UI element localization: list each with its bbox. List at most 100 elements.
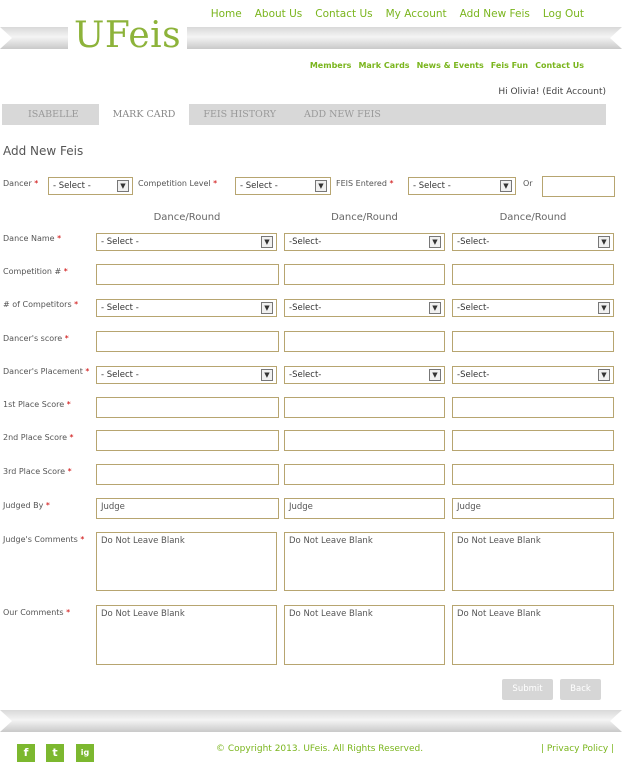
feis-entered-input[interactable] <box>542 176 615 197</box>
tab-isabelle[interactable]: ISABELLE <box>2 104 99 125</box>
subnav-feis-fun[interactable]: Feis Fun <box>491 61 528 70</box>
footer-ribbon <box>0 710 622 732</box>
chevron-down-icon: ▼ <box>598 369 610 381</box>
nav-home[interactable]: Home <box>211 8 242 20</box>
row-label-competition-number: Competition # * <box>3 267 68 276</box>
row-label-judge-comments: Judge's Comments * <box>3 535 85 544</box>
dancer-score-input-3[interactable] <box>452 331 614 352</box>
chevron-down-icon: ▼ <box>315 180 327 192</box>
row-label-second-place: 2nd Place Score * <box>3 433 74 442</box>
chevron-down-icon: ▼ <box>261 369 273 381</box>
row-label-our-comments: Our Comments * <box>3 608 71 617</box>
row-label-dance-name: Dance Name * <box>3 234 62 243</box>
third-place-input-3[interactable] <box>452 464 614 485</box>
first-place-input-3[interactable] <box>452 397 614 418</box>
facebook-icon[interactable]: f <box>17 744 35 762</box>
second-place-input-2[interactable] <box>284 430 445 451</box>
feis-entered-label: FEIS Entered * <box>336 179 394 188</box>
chevron-down-icon: ▼ <box>117 180 129 192</box>
competition-number-input-3[interactable] <box>452 264 614 285</box>
competition-number-input-1[interactable] <box>96 264 279 285</box>
competitors-select-1[interactable]: - Select - ▼ <box>96 299 277 317</box>
secondary-navigation: Members Mark Cards News & Events Feis Fu… <box>310 61 584 70</box>
dancer-label: Dancer * <box>3 179 39 188</box>
nav-contact-us[interactable]: Contact Us <box>315 8 372 20</box>
tab-feis-history[interactable]: FEIS HISTORY <box>189 104 290 125</box>
chevron-down-icon: ▼ <box>429 369 441 381</box>
row-label-dancer-score: Dancer's score * <box>3 334 69 343</box>
third-place-input-1[interactable] <box>96 464 279 485</box>
placement-select-2[interactable]: -Select- ▼ <box>284 366 445 384</box>
submit-button[interactable]: Submit <box>502 679 553 700</box>
page-title: Add New Feis <box>3 144 84 158</box>
row-label-dancer-placement: Dancer's Placement * <box>3 367 90 376</box>
dancer-score-input-2[interactable] <box>284 331 445 352</box>
top-navigation: Home About Us Contact Us My Account Add … <box>211 8 584 20</box>
twitter-icon[interactable]: t <box>46 744 64 762</box>
judge-comments-textarea-2[interactable]: Do Not Leave Blank <box>284 532 445 591</box>
row-label-judged-by: Judged By * <box>3 501 50 510</box>
judge-comments-textarea-3[interactable]: Do Not Leave Blank <box>452 532 614 591</box>
competition-level-label: Competition Level * <box>138 179 218 188</box>
nav-add-new-feis[interactable]: Add New Feis <box>460 8 530 20</box>
competition-number-input-2[interactable] <box>284 264 445 285</box>
dance-name-select-3[interactable]: -Select- ▼ <box>452 233 614 251</box>
footer-ribbon-fold-right <box>610 710 622 732</box>
second-place-input-3[interactable] <box>452 430 614 451</box>
our-comments-textarea-3[interactable]: Do Not Leave Blank <box>452 605 614 665</box>
subnav-mark-cards[interactable]: Mark Cards <box>358 61 409 70</box>
ufeis-logo[interactable]: UFeis <box>68 12 188 60</box>
placement-select-3[interactable]: -Select- ▼ <box>452 366 614 384</box>
footer-ribbon-fold-left <box>0 710 12 732</box>
first-place-input-2[interactable] <box>284 397 445 418</box>
instagram-icon[interactable]: ig <box>76 744 94 762</box>
judged-by-input-1[interactable]: Judge <box>96 498 279 519</box>
ribbon-fold-right <box>610 27 622 49</box>
subnav-contact-us[interactable]: Contact Us <box>535 61 584 70</box>
tab-bar: ISABELLE MARK CARD FEIS HISTORY ADD NEW … <box>2 104 606 125</box>
column-header-2: Dance/Round <box>331 212 398 223</box>
judged-by-input-3[interactable]: Judge <box>452 498 614 519</box>
placement-select-1[interactable]: - Select - ▼ <box>96 366 277 384</box>
nav-my-account[interactable]: My Account <box>386 8 447 20</box>
dance-name-select-1[interactable]: - Select - ▼ <box>96 233 277 251</box>
ribbon-fold-left <box>0 27 12 49</box>
column-header-3: Dance/Round <box>499 212 567 223</box>
chevron-down-icon: ▼ <box>598 302 610 314</box>
second-place-input-1[interactable] <box>96 430 279 451</box>
our-comments-textarea-2[interactable]: Do Not Leave Blank <box>284 605 445 665</box>
dance-name-select-2[interactable]: -Select- ▼ <box>284 233 445 251</box>
tab-add-new-feis[interactable]: ADD NEW FEIS <box>290 104 395 125</box>
our-comments-textarea-1[interactable]: Do Not Leave Blank <box>96 605 277 665</box>
judged-by-input-2[interactable]: Judge <box>284 498 445 519</box>
first-place-input-1[interactable] <box>96 397 279 418</box>
subnav-news-events[interactable]: News & Events <box>417 61 484 70</box>
nav-about-us[interactable]: About Us <box>255 8 303 20</box>
column-header-1: Dance/Round <box>153 212 221 223</box>
back-button[interactable]: Back <box>560 679 601 700</box>
chevron-down-icon: ▼ <box>429 236 441 248</box>
nav-log-out[interactable]: Log Out <box>543 8 584 20</box>
judge-comments-textarea-1[interactable]: Do Not Leave Blank <box>96 532 277 591</box>
dancer-select[interactable]: - Select - ▼ <box>48 177 133 195</box>
chevron-down-icon: ▼ <box>261 302 273 314</box>
feis-entered-select[interactable]: - Select - ▼ <box>408 177 516 195</box>
row-label-competitors: # of Competitors * <box>3 300 79 309</box>
third-place-input-2[interactable] <box>284 464 445 485</box>
tab-mark-card[interactable]: MARK CARD <box>98 104 190 125</box>
subnav-members[interactable]: Members <box>310 61 352 70</box>
chevron-down-icon: ▼ <box>261 236 273 248</box>
copyright-text: © Copyright 2013. UFeis. All Rights Rese… <box>216 744 424 754</box>
privacy-policy-link[interactable]: | Privacy Policy | <box>541 744 614 754</box>
competitors-select-3[interactable]: -Select- ▼ <box>452 299 614 317</box>
or-label: Or <box>523 179 533 188</box>
row-label-third-place: 3rd Place Score * <box>3 467 72 476</box>
chevron-down-icon: ▼ <box>429 302 441 314</box>
competition-level-select[interactable]: - Select - ▼ <box>235 177 331 195</box>
competitors-select-2[interactable]: -Select- ▼ <box>284 299 445 317</box>
dancer-score-input-1[interactable] <box>96 331 279 352</box>
row-label-first-place: 1st Place Score * <box>3 400 71 409</box>
greeting[interactable]: Hi Olivia! (Edit Account) <box>498 87 606 97</box>
chevron-down-icon: ▼ <box>598 236 610 248</box>
chevron-down-icon: ▼ <box>500 180 512 192</box>
